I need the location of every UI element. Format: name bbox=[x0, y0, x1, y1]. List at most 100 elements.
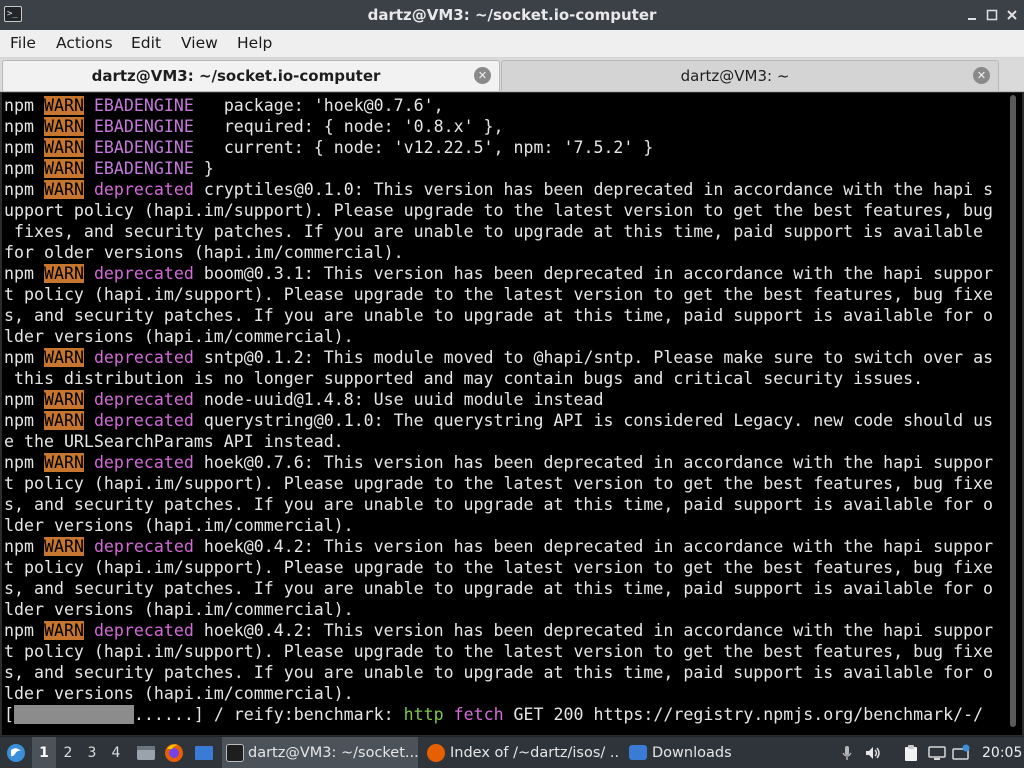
workspace-3[interactable]: 3 bbox=[80, 737, 104, 768]
npm-prefix: npm bbox=[4, 621, 44, 640]
maximize-icon[interactable] bbox=[984, 7, 1000, 23]
terminal-line: s, and security patches. If you are unab… bbox=[4, 578, 999, 599]
line-text: t policy (hapi.im/support). Please upgra… bbox=[4, 474, 994, 493]
terminal-line: npm WARN deprecated hoek@0.4.2: This ver… bbox=[4, 620, 999, 641]
network-icon[interactable] bbox=[952, 744, 970, 762]
scrollbar-thumb[interactable] bbox=[1010, 95, 1016, 727]
terminal-line: lder versions (hapi.im/commercial). bbox=[4, 326, 999, 347]
line-text: s, and security patches. If you are unab… bbox=[4, 579, 994, 598]
terminal-line: t policy (hapi.im/support). Please upgra… bbox=[4, 557, 999, 578]
terminal-line: npm WARN EBADENGINE required: { node: '0… bbox=[4, 116, 999, 137]
task-label: Downloads bbox=[652, 745, 732, 761]
warn-badge: WARN bbox=[43, 411, 84, 430]
fetch-label: fetch bbox=[453, 705, 504, 724]
line-text: fixes, and security patches. If you are … bbox=[4, 222, 984, 241]
terminal-line: e the URLSearchParams API instead. bbox=[4, 431, 999, 452]
line-text: this distribution is no longer supported… bbox=[4, 369, 924, 388]
terminal-view[interactable]: npm WARN EBADENGINE package: 'hoek@0.7.6… bbox=[0, 93, 1024, 735]
terminal-line: npm WARN deprecated hoek@0.7.6: This ver… bbox=[4, 452, 999, 473]
window-titlebar[interactable]: >_ dartz@VM3: ~/socket.io-computer bbox=[0, 0, 1024, 30]
volume-icon[interactable] bbox=[864, 744, 882, 762]
terminal-line: s, and security patches. If you are unab… bbox=[4, 494, 999, 515]
warn-badge: WARN bbox=[43, 453, 84, 472]
deprecated-tag: deprecated bbox=[93, 264, 194, 283]
progress-status: ......] / reify:benchmark: bbox=[133, 705, 404, 724]
line-text: hoek@0.7.6: This version has been deprec… bbox=[193, 453, 994, 472]
progress-open: [ bbox=[4, 705, 14, 724]
mic-icon[interactable] bbox=[838, 744, 856, 762]
task-firefox[interactable]: Index of /~dartz/isos/ ... bbox=[424, 737, 620, 768]
ebadengine-tag: EBADENGINE bbox=[93, 117, 194, 136]
terminal-line: s, and security patches. If you are unab… bbox=[4, 305, 999, 326]
menu-actions[interactable]: Actions bbox=[56, 30, 113, 58]
npm-prefix: npm bbox=[4, 264, 44, 283]
line-text: package: 'hoek@0.7.6', bbox=[193, 96, 444, 115]
npm-prefix: npm bbox=[4, 537, 44, 556]
deprecated-tag: deprecated bbox=[93, 390, 194, 409]
deprecated-tag: deprecated bbox=[93, 348, 194, 367]
tab-label: dartz@VM3: ~ bbox=[680, 67, 790, 85]
progress-bar: ############ bbox=[14, 705, 134, 724]
line-text: s, and security patches. If you are unab… bbox=[4, 663, 994, 682]
terminal-icon bbox=[226, 744, 244, 762]
task-label: Index of /~dartz/isos/ ... bbox=[450, 745, 620, 761]
terminal-output[interactable]: npm WARN EBADENGINE package: 'hoek@0.7.6… bbox=[4, 95, 999, 733]
workspace-1[interactable]: 1 bbox=[32, 737, 56, 768]
clipboard-icon[interactable] bbox=[902, 744, 920, 762]
warn-badge: WARN bbox=[43, 96, 84, 115]
folder-icon bbox=[629, 745, 647, 760]
menu-file[interactable]: File bbox=[10, 30, 36, 58]
start-menu-icon[interactable] bbox=[4, 737, 28, 768]
show-desktop-icon[interactable] bbox=[192, 737, 216, 768]
terminal-line: npm WARN EBADENGINE current: { node: 'v1… bbox=[4, 137, 999, 158]
task-label: dartz@VM3: ~/socket.... bbox=[248, 745, 418, 761]
terminal-line: t policy (hapi.im/support). Please upgra… bbox=[4, 641, 999, 662]
task-terminal[interactable]: dartz@VM3: ~/socket.... bbox=[222, 737, 418, 768]
line-text: boom@0.3.1: This version has been deprec… bbox=[193, 264, 994, 283]
warn-badge: WARN bbox=[43, 159, 84, 178]
terminal-line: npm WARN deprecated sntp@0.1.2: This mod… bbox=[4, 347, 999, 368]
file-manager-icon[interactable] bbox=[134, 737, 158, 768]
terminal-scrollbar[interactable] bbox=[997, 93, 1020, 735]
tab-close-icon[interactable]: ✕ bbox=[973, 67, 990, 84]
line-text: upport policy (hapi.im/support). Please … bbox=[4, 201, 994, 220]
warn-badge: WARN bbox=[43, 138, 84, 157]
line-text: querystring@0.1.0: The querystring API i… bbox=[193, 411, 994, 430]
line-text: s, and security patches. If you are unab… bbox=[4, 495, 994, 514]
line-text: hoek@0.4.2: This version has been deprec… bbox=[193, 537, 994, 556]
tab-bar: dartz@VM3: ~/socket.io-computer ✕ dartz@… bbox=[0, 58, 1024, 92]
workspace-4[interactable]: 4 bbox=[104, 737, 128, 768]
menu-view[interactable]: View bbox=[181, 30, 218, 58]
terminal-line: npm WARN deprecated node-uuid@1.4.8: Use… bbox=[4, 389, 999, 410]
tab-home[interactable]: dartz@VM3: ~ ✕ bbox=[501, 60, 999, 91]
terminal-line: fixes, and security patches. If you are … bbox=[4, 221, 999, 242]
warn-badge: WARN bbox=[43, 348, 84, 367]
line-text: t policy (hapi.im/support). Please upgra… bbox=[4, 642, 994, 661]
close-icon[interactable] bbox=[1004, 7, 1020, 23]
tab-close-icon[interactable]: ✕ bbox=[474, 67, 491, 84]
http-label: http bbox=[403, 705, 444, 724]
terminal-line: lder versions (hapi.im/commercial). bbox=[4, 515, 999, 536]
menu-edit[interactable]: Edit bbox=[131, 30, 161, 58]
display-icon[interactable] bbox=[928, 744, 946, 762]
line-text: required: { node: '0.8.x' }, bbox=[193, 117, 504, 136]
tab-socket-io-computer[interactable]: dartz@VM3: ~/socket.io-computer ✕ bbox=[2, 60, 500, 91]
task-downloads[interactable]: Downloads bbox=[626, 737, 822, 768]
line-text: s, and security patches. If you are unab… bbox=[4, 306, 994, 325]
menu-help[interactable]: Help bbox=[237, 30, 272, 58]
clock[interactable]: 20:05 bbox=[982, 737, 1022, 768]
firefox-icon[interactable] bbox=[162, 737, 186, 768]
deprecated-tag: deprecated bbox=[93, 180, 194, 199]
npm-prefix: npm bbox=[4, 411, 44, 430]
workspace-2[interactable]: 2 bbox=[56, 737, 80, 768]
warn-badge: WARN bbox=[43, 180, 84, 199]
line-text: t policy (hapi.im/support). Please upgra… bbox=[4, 558, 994, 577]
minimize-icon[interactable] bbox=[964, 7, 980, 23]
fetch-url: GET 200 https://registry.npmjs.org/bench… bbox=[503, 705, 984, 724]
